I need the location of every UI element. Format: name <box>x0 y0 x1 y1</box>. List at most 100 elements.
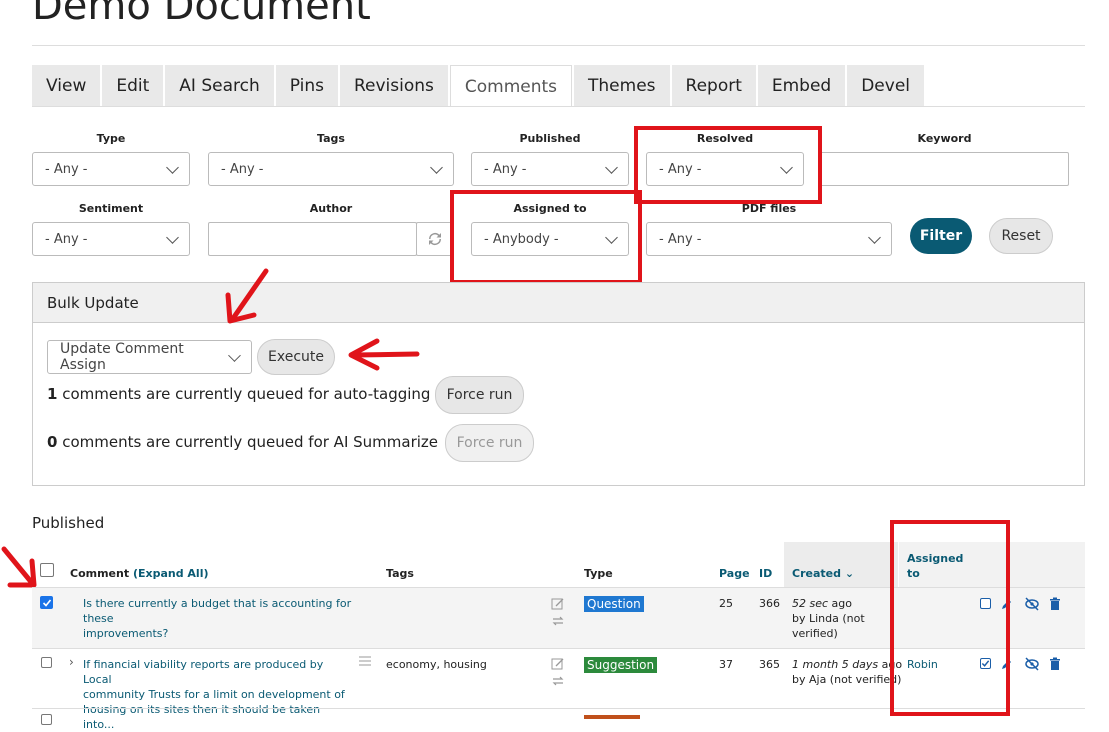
filter-button[interactable]: Filter <box>910 218 972 254</box>
tags-filter-label: Tags <box>317 132 345 145</box>
chevron-down-icon <box>430 160 443 174</box>
tags-filter-value: - Any - <box>221 161 264 177</box>
created-cell: 1 month 5 days ago by Aja (not verified) <box>792 657 902 687</box>
created-header-label: Created <box>792 567 841 580</box>
autotag-text: comments are currently queued for auto-t… <box>57 385 431 403</box>
page-cell: 37 <box>719 658 733 671</box>
tab-report[interactable]: Report <box>671 65 756 107</box>
edit-note-icon[interactable] <box>551 597 565 611</box>
tab-devel[interactable]: Devel <box>847 65 925 107</box>
author-input[interactable] <box>208 222 417 256</box>
tab-view[interactable]: View <box>32 65 101 107</box>
chevron-right-icon[interactable]: › <box>69 655 74 669</box>
check-icon <box>42 598 51 607</box>
tab-pins[interactable]: Pins <box>275 65 338 107</box>
type-badge-suggestion: Suggestion <box>584 657 658 673</box>
page-column-header[interactable]: Page <box>719 567 750 580</box>
comment-text-link[interactable]: If financial viability reports are produ… <box>83 657 353 732</box>
row-select-checkbox-checked[interactable] <box>40 596 53 609</box>
trash-icon[interactable] <box>1049 657 1061 671</box>
comment-header-label: Comment <box>70 567 130 580</box>
id-cell: 366 <box>759 597 780 610</box>
annotation-box-assigned-column <box>890 520 1010 716</box>
eye-slash-icon[interactable] <box>1024 597 1040 611</box>
tab-revisions[interactable]: Revisions <box>339 65 448 107</box>
type-filter-label: Type <box>96 132 126 145</box>
row-select-checkbox[interactable] <box>41 714 52 725</box>
tags-cell: economy, housing <box>386 658 487 671</box>
swap-icon[interactable] <box>551 614 565 628</box>
type-column-header: Type <box>584 567 613 580</box>
tags-filter-select[interactable]: - Any - <box>208 152 454 186</box>
comment-line: improvements? <box>83 627 169 640</box>
created-cell: 52 sec ago by Linda (not verified) <box>792 596 896 641</box>
type-filter-value: - Any - <box>45 161 88 177</box>
created-author-cont: verified) <box>792 627 838 640</box>
tabs-divider <box>32 106 1085 107</box>
page-cell: 25 <box>719 597 733 610</box>
created-column-header[interactable]: Created ⌄ <box>792 567 854 580</box>
tab-bar: View Edit AI Search Pins Revisions Comme… <box>32 65 925 107</box>
refresh-icon[interactable] <box>416 222 454 256</box>
created-header-bg <box>784 542 898 588</box>
annotation-box-resolved <box>634 126 822 204</box>
bulk-update-title: Bulk Update <box>47 294 139 312</box>
tab-comments[interactable]: Comments <box>449 65 573 107</box>
created-author: by Aja (not verified) <box>792 673 902 686</box>
keyword-input[interactable] <box>820 152 1069 186</box>
tab-themes[interactable]: Themes <box>574 65 670 107</box>
autotag-count: 1 <box>47 385 58 403</box>
chevron-down-icon: ⌄ <box>840 567 855 580</box>
author-filter-label: Author <box>309 202 353 215</box>
comment-column-header: Comment (Expand All) <box>70 567 209 580</box>
bulk-action-select[interactable]: Update Comment Assign <box>47 340 252 374</box>
keyword-filter-label: Keyword <box>917 132 972 145</box>
created-author: by Linda (not <box>792 612 865 625</box>
eye-slash-icon[interactable] <box>1024 657 1040 671</box>
published-filter-label: Published <box>519 132 581 145</box>
created-relative: 52 sec <box>792 597 829 610</box>
created-suffix: ago <box>828 597 852 610</box>
chevron-down-icon <box>166 230 179 244</box>
tags-column-header: Tags <box>386 567 414 580</box>
drag-handle-icon[interactable] <box>358 656 372 666</box>
comment-line: community Trusts for a limit on developm… <box>83 688 345 701</box>
pdf-filter-select[interactable]: - Any - <box>646 222 892 256</box>
force-run-autotag-button[interactable]: Force run <box>435 376 524 414</box>
sentiment-filter-select[interactable]: - Any - <box>32 222 190 256</box>
id-cell: 365 <box>759 658 780 671</box>
id-column-header[interactable]: ID <box>759 567 772 580</box>
chevron-down-icon <box>228 348 241 362</box>
comment-text-link[interactable]: Is there currently a budget that is acco… <box>83 596 373 641</box>
tab-embed[interactable]: Embed <box>757 65 846 107</box>
page-title: Demo Document <box>32 0 371 29</box>
reset-button[interactable]: Reset <box>989 218 1053 254</box>
created-relative: 1 month 5 days <box>792 658 879 671</box>
execute-button[interactable]: Execute <box>257 339 335 375</box>
chevron-down-icon <box>605 160 618 174</box>
bulk-action-value: Update Comment Assign <box>60 341 184 373</box>
force-run-summarize-button[interactable]: Force run <box>445 424 534 462</box>
tab-ai-search[interactable]: AI Search <box>165 65 274 107</box>
sentiment-filter-value: - Any - <box>45 231 88 247</box>
row-select-checkbox[interactable] <box>41 657 52 668</box>
annotation-box-assigned <box>450 190 642 284</box>
tab-edit[interactable]: Edit <box>102 65 164 107</box>
trash-icon[interactable] <box>1049 597 1061 611</box>
annotation-arrow-icon <box>348 338 420 371</box>
chevron-down-icon <box>868 230 881 244</box>
summarize-text: comments are currently queued for AI Sum… <box>57 433 439 451</box>
autotag-queue-status: 1 comments are currently queued for auto… <box>47 385 430 403</box>
type-filter-select[interactable]: - Any - <box>32 152 190 186</box>
type-badge-question: Question <box>584 596 644 612</box>
expand-all-link[interactable]: (Expand All) <box>133 567 209 580</box>
published-filter-value: - Any - <box>484 161 527 177</box>
title-divider <box>32 45 1085 46</box>
published-filter-select[interactable]: - Any - <box>471 152 629 186</box>
select-all-checkbox[interactable] <box>40 563 54 577</box>
type-badge-label: Suggestion <box>587 658 655 672</box>
swap-icon[interactable] <box>551 674 565 688</box>
summarize-queue-status: 0 comments are currently queued for AI S… <box>47 433 438 451</box>
edit-note-icon[interactable] <box>551 657 565 671</box>
bulk-update-header <box>33 283 1084 323</box>
